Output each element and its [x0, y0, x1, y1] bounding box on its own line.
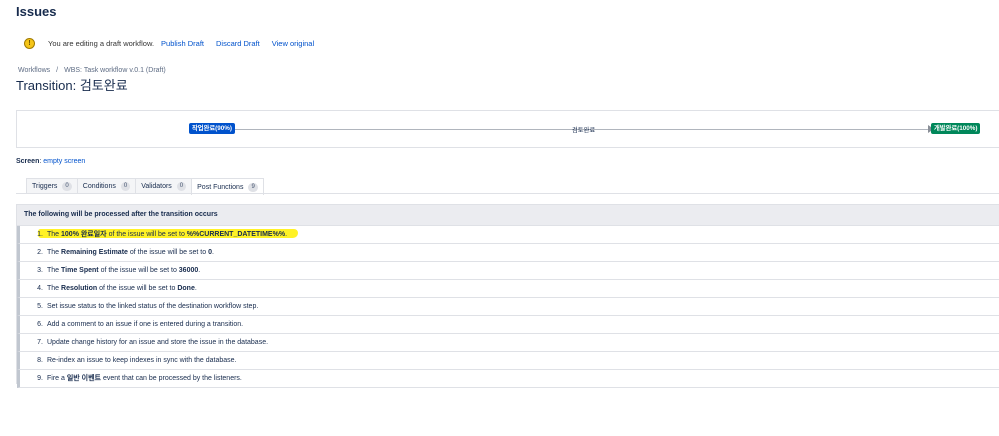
row-field: Remaining Estimate [61, 249, 128, 256]
breadcrumb-current-workflow[interactable]: WBS: Task workflow v.0.1 (Draft) [64, 67, 166, 74]
publish-draft-link[interactable]: Publish Draft [161, 39, 204, 48]
tab-count-badge: 0 [176, 182, 187, 191]
from-status-lozenge: 작업완료(90%) [189, 123, 235, 134]
draft-workflow-bar: ! You are editing a draft workflow. Publ… [24, 36, 326, 50]
warning-icon: ! [24, 37, 35, 49]
row-text: of the issue will be set to [106, 231, 187, 238]
row-number: 9. [37, 375, 43, 382]
screen-label: Screen [16, 158, 40, 165]
to-status-lozenge: 개발완료(100%) [931, 123, 981, 134]
post-function-row[interactable]: 1. The 100% 완료일자 of the issue will be set… [17, 226, 999, 244]
row-field: 100% 완료일자 [61, 231, 107, 238]
row-number: 4. [37, 285, 43, 292]
post-function-row[interactable]: 4. The Resolution of the issue will be se… [17, 280, 999, 298]
tab-label: Triggers [32, 183, 58, 190]
post-functions-header: The following will be processed after th… [17, 204, 999, 226]
tab-validators[interactable]: Validators 0 [135, 178, 193, 194]
transition-name: 검토완료 [79, 78, 128, 93]
row-number: 1. [37, 231, 43, 238]
row-text: event that can be processed by the liste… [101, 375, 242, 382]
tab-triggers[interactable]: Triggers 0 [26, 178, 78, 194]
row-field: 일반 이벤트 [66, 375, 101, 382]
row-number: 8. [37, 357, 43, 364]
view-original-link[interactable]: View original [272, 39, 314, 48]
row-text: of the issue will be set to [127, 249, 209, 256]
transition-title: Transition: 검토완료 [16, 75, 128, 94]
post-function-row[interactable]: 7. Update change history for an issue and… [17, 334, 999, 352]
row-value: Done [177, 285, 195, 292]
post-function-row[interactable]: 9. Fire a 일반 이벤트 event that can be proces… [17, 370, 999, 388]
tab-conditions[interactable]: Conditions 0 [76, 178, 137, 194]
row-field: Resolution [61, 285, 98, 292]
row-text: Add a comment to an issue if one is ente… [47, 321, 244, 328]
post-function-row[interactable]: 8. Re-index an issue to keep indexes in s… [17, 352, 999, 370]
row-field: Time Spent [61, 267, 99, 274]
row-text: Update change history for an issue and s… [47, 339, 269, 346]
row-text: Re-index an issue to keep indexes in syn… [47, 357, 237, 364]
row-text: . [194, 285, 197, 292]
row-text: . [285, 231, 288, 238]
tab-count-badge: 0 [62, 182, 72, 191]
screen-value-link[interactable]: empty screen [43, 158, 85, 165]
transition-label: 검토완료 [572, 127, 596, 134]
post-functions-panel: The following will be processed after th… [16, 204, 999, 388]
row-number: 6. [37, 321, 43, 328]
row-number: 3. [37, 267, 43, 274]
row-value: 36000 [178, 267, 199, 274]
row-text: . [198, 267, 201, 274]
row-number: 7. [37, 339, 43, 346]
post-function-row[interactable]: 2. The Remaining Estimate of the issue wi… [17, 244, 999, 262]
draft-message: You are editing a draft workflow. [48, 38, 155, 48]
row-text: Fire a [47, 375, 67, 382]
row-text: Set issue status to the linked status of… [47, 303, 259, 310]
screen-info: Screen: empty screen [16, 158, 86, 165]
row-text: The [47, 267, 62, 274]
post-function-row[interactable]: 5. Set issue status to the linked status … [17, 298, 999, 316]
discard-draft-link[interactable]: Discard Draft [216, 39, 260, 48]
row-text: . [212, 249, 214, 256]
row-text: of the issue will be set to [97, 285, 178, 292]
row-text: of the issue will be set to [98, 267, 179, 274]
row-number: 5. [37, 303, 43, 310]
transition-title-prefix: Transition: [16, 78, 77, 93]
breadcrumb-workflows-link[interactable]: Workflows [18, 67, 50, 74]
row-text: The [47, 231, 62, 238]
row-value: %%CURRENT_DATETIME%% [186, 231, 286, 238]
row-text: The [47, 249, 62, 256]
row-text: The [47, 285, 62, 292]
breadcrumb-separator: / [56, 67, 59, 74]
post-function-row[interactable]: 3. The Time Spent of the issue will be se… [17, 262, 999, 280]
transition-diagram: 작업완료(90%) 검토완료 개발완료(100%) [16, 110, 999, 148]
tab-count-badge: 9 [248, 182, 258, 192]
row-number: 2. [37, 249, 43, 256]
tab-count-badge: 0 [120, 182, 131, 191]
tab-label: Validators [141, 183, 172, 190]
post-function-row[interactable]: 6. Add a comment to an issue if one is en… [17, 316, 999, 334]
page-title: Issues [16, 4, 57, 19]
breadcrumb: Workflows / WBS: Task workflow v.0.1 (Draf… [18, 67, 166, 74]
tab-label: Conditions [82, 183, 116, 190]
tab-label: Post Functions [197, 183, 244, 191]
tabs-divider [16, 193, 999, 194]
